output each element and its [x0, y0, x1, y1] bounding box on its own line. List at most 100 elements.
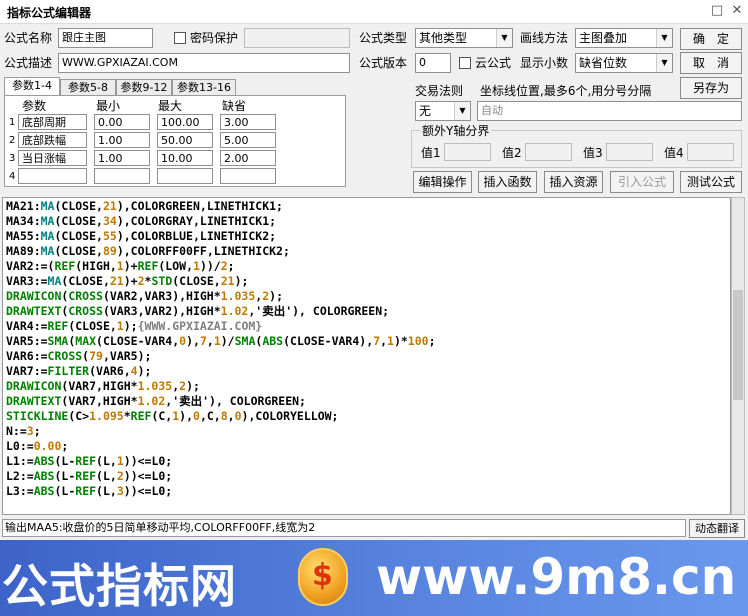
param-name-input[interactable]: 底部跌幅 — [18, 132, 87, 148]
code-line: DRAWICON(VAR7,HIGH*1.035,2); — [6, 379, 200, 393]
param-max-input[interactable]: 100.00 — [157, 114, 213, 130]
value4-label: 值4 — [664, 146, 684, 160]
param-default-input[interactable]: 2.00 — [220, 150, 276, 166]
code-line: L1:=ABS(L-REF(L,1))<=L0; — [6, 454, 173, 468]
desc-label: 公式描述 — [4, 56, 53, 70]
password-checkbox[interactable] — [174, 32, 186, 44]
param-name-input[interactable]: 当日涨幅 — [18, 150, 87, 166]
code-line: DRAWICON(CROSS(VAR2,VAR3),HIGH*1.035,2); — [6, 289, 284, 303]
ok-button[interactable]: 确 定 — [680, 28, 742, 50]
chevron-down-icon: ▼ — [454, 102, 470, 120]
banner-left-text: 公式指标网 — [2, 559, 237, 613]
chevron-down-icon: ▼ — [496, 29, 512, 47]
scrollbar-thumb[interactable] — [733, 290, 743, 400]
name-input[interactable]: 跟庄主图 — [58, 28, 153, 48]
password-input[interactable] — [244, 28, 350, 48]
code-line: VAR6:=CROSS(79,VAR5); — [6, 349, 152, 363]
row-index: 1 — [9, 117, 16, 128]
chevron-down-icon: ▼ — [656, 54, 672, 72]
value3-input[interactable] — [606, 143, 653, 161]
code-line: VAR7:=FILTER(VAR6,4); — [6, 364, 152, 378]
insert-function-button[interactable]: 插入函数 — [478, 171, 537, 193]
import-formula-button[interactable]: 引入公式 — [610, 171, 674, 193]
col-max-header: 最大 — [158, 99, 183, 113]
decimals-value: 缺省位数 — [579, 56, 628, 70]
code-line: MA89:MA(CLOSE,89),COLORFF00FF,LINETHICK2… — [6, 244, 290, 258]
value4-input[interactable] — [687, 143, 734, 161]
param-min-input[interactable]: 1.00 — [94, 132, 150, 148]
version-input[interactable]: 0 — [415, 53, 451, 73]
param-default-input[interactable] — [220, 168, 276, 184]
test-formula-button[interactable]: 测试公式 — [680, 171, 742, 193]
restore-button[interactable]: □ — [708, 3, 726, 19]
value1-label: 值1 — [421, 146, 441, 160]
col-name-header: 参数 — [22, 99, 47, 113]
chevron-down-icon: ▼ — [656, 29, 672, 47]
decimals-label: 显示小数 — [520, 56, 569, 70]
axis-input[interactable]: 自动 — [477, 101, 742, 121]
param-min-input[interactable]: 1.00 — [94, 150, 150, 166]
watermark-banner: 公式指标网 www.9m8.cn — [0, 540, 748, 616]
tab-params-9-12[interactable]: 参数9-12 — [116, 79, 172, 96]
code-line: MA55:MA(CLOSE,55),COLORBLUE,LINETHICK2; — [6, 229, 277, 243]
code-line: VAR2:=(REF(HIGH,1)+REF(LOW,1))/2; — [6, 259, 235, 273]
type-value: 其他类型 — [419, 31, 468, 45]
title-bar: 指标公式编辑器 □ ✕ — [0, 0, 748, 24]
code-line: STICKLINE(C>1.095*REF(C,1),0,C,8,0),COLO… — [6, 409, 339, 423]
cancel-button[interactable]: 取 消 — [680, 52, 742, 74]
code-line: L0:=0.00; — [6, 439, 69, 453]
tab-params-5-8[interactable]: 参数5-8 — [60, 79, 116, 96]
desc-input[interactable]: WWW.GPXIAZAI.COM — [58, 53, 350, 73]
param-name-input[interactable] — [18, 168, 87, 184]
draw-select[interactable]: 主图叠加 ▼ — [575, 28, 673, 48]
row-index: 2 — [9, 135, 16, 146]
param-default-input[interactable]: 3.00 — [220, 114, 276, 130]
param-name-input[interactable]: 底部周期 — [18, 114, 87, 130]
param-max-input[interactable] — [157, 168, 213, 184]
type-label: 公式类型 — [359, 31, 408, 45]
code-line: N:=3; — [6, 424, 41, 438]
col-default-header: 缺省 — [222, 99, 247, 113]
row-index: 4 — [9, 171, 16, 182]
insert-resource-button[interactable]: 插入资源 — [544, 171, 603, 193]
trade-rule-label: 交易法则 — [415, 84, 464, 98]
code-line: MA21:MA(CLOSE,21),COLORGREEN,LINETHICK1; — [6, 199, 283, 213]
code-line: DRAWTEXT(CROSS(VAR3,VAR2),HIGH*1.02,'卖出'… — [6, 304, 390, 318]
edit-ops-button[interactable]: 编辑操作 — [413, 171, 472, 193]
value1-input[interactable] — [444, 143, 491, 161]
close-button[interactable]: ✕ — [728, 3, 746, 19]
code-line: VAR4:=REF(CLOSE,1);{WWW.GPXIAZAI.COM} — [6, 319, 263, 333]
code-line: L2:=ABS(L-REF(L,2))<=L0; — [6, 469, 173, 483]
banner-right-text: www.9m8.cn — [376, 548, 737, 606]
tab-params-1-4[interactable]: 参数1-4 — [4, 77, 60, 96]
window-title: 指标公式编辑器 — [7, 6, 92, 20]
saveas-button[interactable]: 另存为 — [680, 77, 742, 99]
trade-rule-select[interactable]: 无 ▼ — [415, 101, 471, 121]
y-axis-group-label: 额外Y轴分界 — [420, 123, 492, 139]
code-editor[interactable]: MA21:MA(CLOSE,21),COLORGREEN,LINETHICK1;… — [2, 197, 731, 515]
decimals-select[interactable]: 缺省位数 ▼ — [575, 53, 673, 73]
col-min-header: 最小 — [96, 99, 121, 113]
code-line: MA34:MA(CLOSE,34),COLORGRAY,LINETHICK1; — [6, 214, 277, 228]
translate-button[interactable]: 动态翻译 — [689, 519, 745, 538]
axis-label: 坐标线位置,最多6个,用分号分隔 — [480, 84, 652, 98]
param-max-input[interactable]: 50.00 — [157, 132, 213, 148]
draw-value: 主图叠加 — [579, 31, 628, 45]
trade-rule-value: 无 — [419, 104, 432, 118]
code-line: VAR5:=SMA(MAX(CLOSE-VAR4,0),7,1)/SMA(ABS… — [6, 334, 436, 348]
status-bar: 输出MAA5:收盘价的5日简单移动平均,COLORFF00FF,线宽为2 — [2, 519, 686, 537]
param-default-input[interactable]: 5.00 — [220, 132, 276, 148]
row-index: 3 — [9, 153, 16, 164]
cloud-checkbox[interactable] — [459, 57, 471, 69]
value2-input[interactable] — [525, 143, 572, 161]
tab-params-13-16[interactable]: 参数13-16 — [172, 79, 236, 96]
value2-label: 值2 — [502, 146, 522, 160]
param-min-input[interactable]: 0.00 — [94, 114, 150, 130]
password-label: 密码保护 — [190, 31, 239, 45]
code-line: L3:=ABS(L-REF(L,3))<=L0; — [6, 484, 173, 498]
param-max-input[interactable]: 10.00 — [157, 150, 213, 166]
draw-label: 画线方法 — [520, 31, 569, 45]
param-min-input[interactable] — [94, 168, 150, 184]
type-select[interactable]: 其他类型 ▼ — [415, 28, 513, 48]
name-label: 公式名称 — [4, 31, 53, 45]
